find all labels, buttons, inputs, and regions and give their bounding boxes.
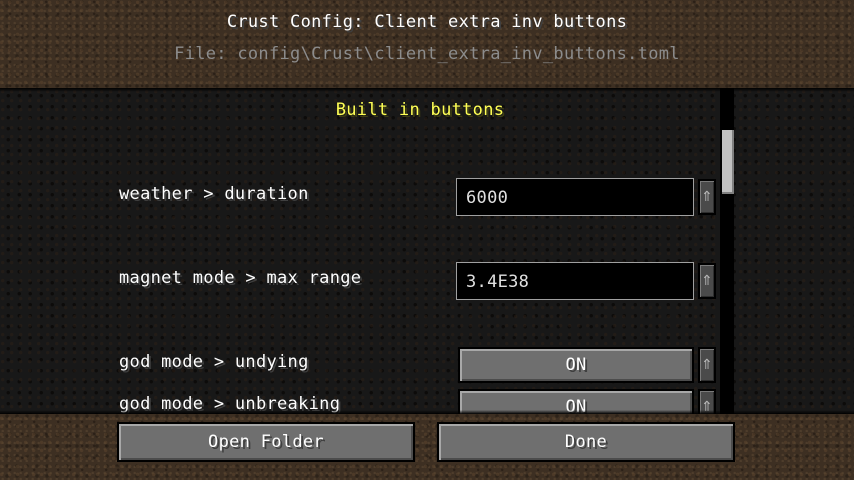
config-entry-list[interactable]: Built in buttons weather > duration 6000… (0, 88, 854, 414)
reset-arrow-icon: ⇑ (701, 273, 713, 289)
section-title: Built in buttons (335, 100, 505, 120)
entry-label-god-mode-unbreaking: god mode > unbreaking (119, 394, 341, 414)
entry-label-magnet-max-range: magnet mode > max range (119, 268, 362, 288)
weather-duration-reset-button[interactable]: ⇑ (698, 179, 716, 215)
open-folder-label: Open Folder (208, 432, 324, 452)
reset-arrow-icon: ⇑ (701, 357, 713, 373)
god-mode-undying-state: ON (565, 355, 587, 375)
god-mode-undying-reset-button[interactable]: ⇑ (698, 347, 716, 383)
screen-title: Crust Config: Client extra inv buttons (226, 12, 628, 32)
entry-label-god-mode-undying: god mode > undying (119, 352, 309, 372)
entry-label-weather-duration: weather > duration (119, 184, 309, 204)
reset-arrow-icon: ⇑ (701, 189, 713, 205)
config-file-path: File: config\Crust\client_extra_inv_butt… (174, 44, 680, 64)
magnet-max-range-reset-button[interactable]: ⇑ (698, 263, 716, 299)
weather-duration-input[interactable]: 6000 (456, 178, 694, 216)
god-mode-unbreaking-reset-button[interactable]: ⇑ (698, 389, 716, 414)
magnet-max-range-input[interactable]: 3.4E38 (456, 262, 694, 300)
scrollbar-thumb[interactable] (722, 130, 734, 194)
done-label: Done (564, 432, 608, 452)
weather-duration-value: 6000 (466, 188, 509, 208)
done-button[interactable]: Done (437, 422, 735, 462)
god-mode-unbreaking-state: ON (565, 397, 587, 414)
god-mode-unbreaking-toggle[interactable]: ON (458, 389, 694, 414)
magnet-max-range-value: 3.4E38 (466, 272, 530, 292)
god-mode-undying-toggle[interactable]: ON (458, 347, 694, 383)
open-folder-button[interactable]: Open Folder (117, 422, 415, 462)
reset-arrow-icon: ⇑ (701, 399, 713, 414)
